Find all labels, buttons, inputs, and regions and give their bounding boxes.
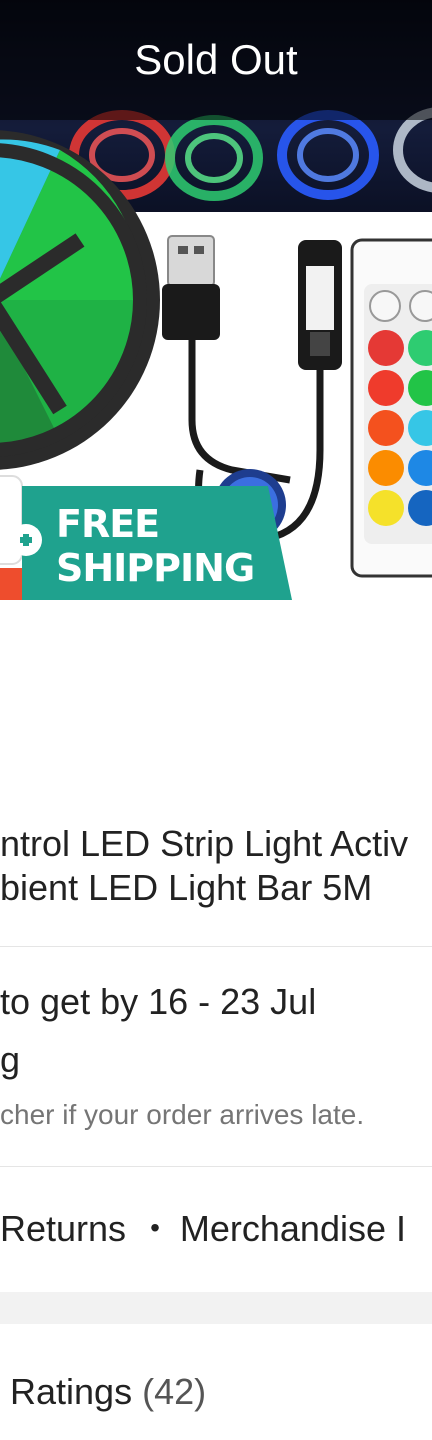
- divider: [0, 1166, 432, 1167]
- product-image-carousel[interactable]: FREE SHIPPING Sold Out: [0, 0, 432, 600]
- shipping-guarantee-note: cher if your order arrives late.: [0, 1099, 365, 1130]
- sold-out-label: Sold Out: [134, 36, 298, 83]
- merchandise-label: Merchandise I: [179, 1208, 406, 1249]
- product-title-line-1: ntrol LED Strip Light Activ: [0, 823, 409, 864]
- ratings-count: (42): [142, 1371, 207, 1412]
- product-page: FREE SHIPPING Sold Out ntrol LED Strip L…: [0, 0, 432, 1440]
- section-spacer: [0, 1292, 432, 1324]
- divider: [0, 946, 432, 947]
- returns-label: Returns: [0, 1208, 127, 1249]
- shipping-eta[interactable]: to get by 16 - 23 Jul: [0, 980, 316, 1024]
- separator-dot: •: [150, 1212, 160, 1243]
- product-title-line-2: bient LED Light Bar 5M: [0, 867, 373, 908]
- free-shipping-label: FREE SHIPPING: [56, 502, 255, 590]
- ratings-header[interactable]: Ratings (42): [10, 1370, 206, 1414]
- shipping-label: g: [0, 1039, 21, 1080]
- ratings-label: Ratings: [10, 1371, 133, 1412]
- services-row[interactable]: Returns • Merchandise I: [0, 1206, 406, 1251]
